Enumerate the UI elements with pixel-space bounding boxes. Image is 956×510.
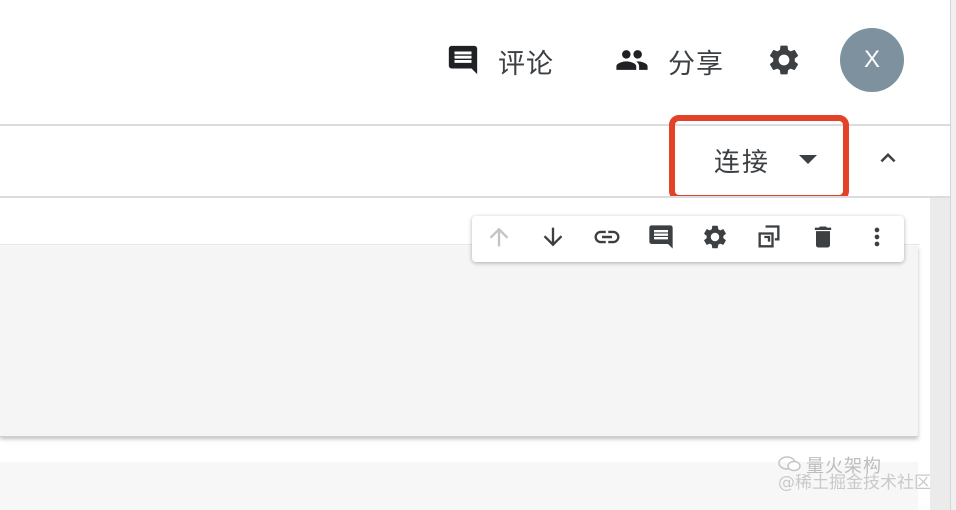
connect-label: 连接 <box>714 147 771 178</box>
connect-button[interactable]: 连接 <box>700 130 830 190</box>
comment-label: 评论 <box>498 49 554 80</box>
more-vert-icon <box>863 223 891 255</box>
comment-icon <box>446 43 480 81</box>
link-icon <box>592 222 622 256</box>
more-actions-button[interactable] <box>862 224 892 254</box>
comment-button[interactable]: 评论 <box>446 42 554 81</box>
gear-icon <box>766 42 802 82</box>
gear-icon <box>701 223 729 255</box>
watermark: 量火架构 @稀土掘金技术社区 <box>778 453 948 503</box>
chevron-up-icon <box>873 143 903 177</box>
share-label: 分享 <box>668 49 724 80</box>
watermark-line2: @稀土掘金技术社区 <box>778 473 931 493</box>
window-edge <box>950 0 956 510</box>
add-comment-button[interactable] <box>646 224 676 254</box>
arrow-down-icon <box>539 223 567 255</box>
copy-link-button[interactable] <box>592 224 622 254</box>
move-up-button[interactable] <box>484 224 514 254</box>
trash-icon <box>809 223 837 255</box>
settings-button[interactable] <box>766 42 802 82</box>
caret-down-icon <box>798 151 818 170</box>
delete-cell-button[interactable] <box>808 224 838 254</box>
arrow-up-icon <box>485 223 513 255</box>
code-cell[interactable] <box>0 246 918 437</box>
cell-toolbar <box>472 216 904 262</box>
move-down-button[interactable] <box>538 224 568 254</box>
comment-icon <box>647 223 675 255</box>
top-header: 评论 分享 X <box>0 0 950 124</box>
people-icon <box>612 43 652 81</box>
cell-settings-button[interactable] <box>700 224 730 254</box>
mirror-cell-icon <box>755 223 783 255</box>
avatar-initial: X <box>863 46 880 73</box>
avatar[interactable]: X <box>840 28 904 92</box>
mirror-cell-button[interactable] <box>754 224 784 254</box>
share-button[interactable]: 分享 <box>612 42 724 81</box>
collapse-header-button[interactable] <box>868 140 908 180</box>
